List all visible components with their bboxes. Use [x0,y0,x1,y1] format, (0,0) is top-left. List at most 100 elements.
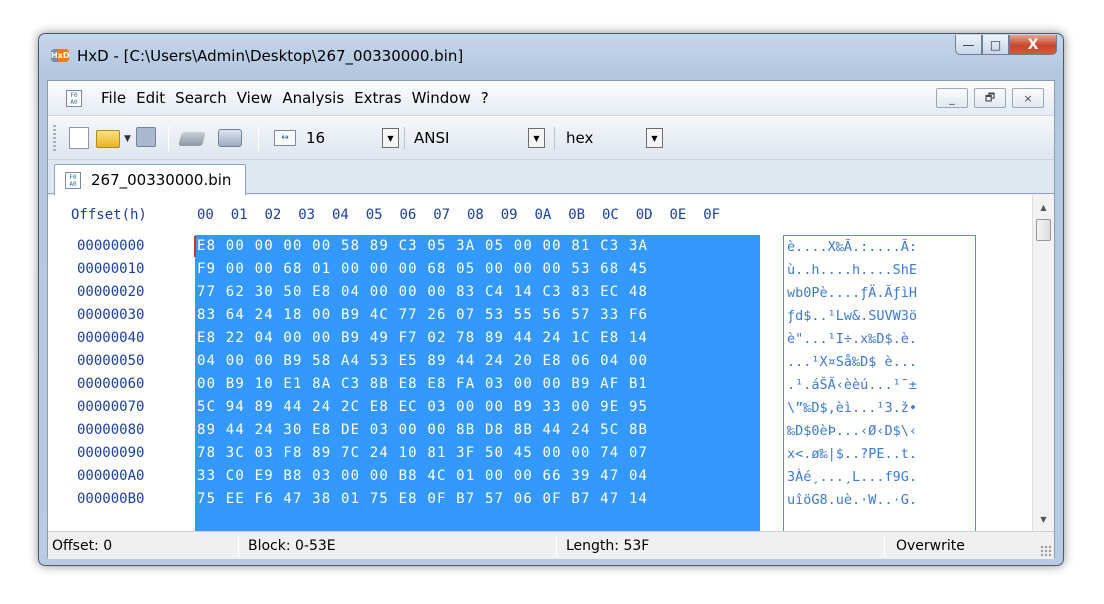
column-header: 0D [635,207,653,223]
scroll-up-button[interactable]: ▲ [1033,197,1054,217]
column-header: 09 [500,207,518,223]
hex-row[interactable]: 77 62 30 50 E8 04 00 00 00 83 C4 14 C3 8… [195,281,760,304]
ascii-row[interactable]: .¹.áŠÃ‹èèú...¹¯± [784,374,975,397]
hex-row[interactable]: 04 00 00 B9 58 A4 53 E5 89 44 24 20 E8 0… [195,350,760,373]
column-header: 0A [534,207,552,223]
column-header: 08 [467,207,484,223]
menu-search[interactable]: Search [170,89,232,107]
hxd-app-icon[interactable]: HxD [51,49,70,62]
open-file-icon[interactable] [96,130,120,148]
hex-pane-selection[interactable]: E8 00 00 00 00 58 89 C3 05 3A 05 00 00 8… [195,235,760,531]
mdi-close-icon: × [1023,91,1033,105]
offset-base-select[interactable]: hex [566,127,636,149]
menu-help[interactable]: ? [476,89,494,107]
row-offset: 00000090 [77,445,145,461]
row-offset: 00000030 [77,307,145,323]
new-file-icon[interactable] [69,127,89,149]
save-icon[interactable] [136,127,156,147]
offset-header: Offset(h) [71,207,147,223]
menu-edit[interactable]: Edit [131,89,170,107]
ascii-row[interactable]: \”‰D$,èì...¹3.ž• [784,397,975,420]
minimize-button[interactable]: — [955,35,982,55]
open-disk-icon[interactable] [178,132,206,146]
status-mode[interactable]: Overwrite [896,532,965,560]
chevron-down-icon: ▼ [533,133,540,143]
status-separator [238,535,239,557]
text-pane[interactable]: è....X‰Ã.:....Ã: ù..h....h....ShE wb0Pè...… [783,235,976,531]
column-header: 07 [433,207,451,223]
minimize-icon: — [962,37,975,52]
status-length: Length: 53F [566,538,650,554]
hex-row[interactable]: E8 00 00 00 00 58 89 C3 05 3A 05 00 00 8… [195,235,760,258]
caret [194,236,196,257]
hex-row[interactable]: 33 C0 E9 B8 03 00 00 B8 4C 01 00 00 66 3… [195,465,760,488]
ascii-row[interactable]: x<.ø‰|$..?PE..t. [784,443,975,466]
row-offset: 00000020 [77,284,145,300]
status-separator [884,535,885,557]
mdi-close-button[interactable]: × [1012,88,1044,108]
maximize-button[interactable]: □ [982,35,1009,55]
column-header: 02 [264,207,282,223]
ascii-row[interactable]: ...¹X¤Så‰D$ è... [784,351,975,374]
row-offset: 00000010 [77,261,145,277]
document-system-menu-icon[interactable]: F0 A0 [66,90,82,107]
ascii-row[interactable]: ƒd$..¹Lw&.SUVW3ö [784,305,975,328]
column-header: 0F [703,207,721,223]
hex-row[interactable]: 89 44 24 30 E8 DE 03 00 00 8B D8 8B 44 2… [195,419,760,442]
menu-list: File Edit Search View Analysis Extras Wi… [96,89,494,107]
maximize-icon: □ [989,37,1002,52]
offset-base-dropdown-button[interactable]: ▼ [646,128,663,148]
hex-row[interactable]: 00 B9 10 E1 8A C3 8B E8 E8 FA 03 00 00 B… [195,373,760,396]
scroll-thumb[interactable] [1036,219,1051,241]
tab-strip: F0 A0 267_00330000.bin [48,160,1054,195]
open-dropdown-arrow-icon[interactable]: ▼ [124,134,131,144]
chevron-down-icon: ▼ [1040,514,1047,524]
toolbar-separator [404,127,405,149]
hex-row[interactable]: 5C 94 89 44 24 2C E8 EC 03 00 00 B9 33 0… [195,396,760,419]
open-ram-icon[interactable] [218,129,242,147]
menu-window[interactable]: Window [407,89,476,107]
menu-file[interactable]: File [96,89,131,107]
caption-buttons: — □ X [955,35,1057,55]
menu-extras[interactable]: Extras [349,89,406,107]
offset-column: 00000000 00000010 00000020 00000030 00000040… [77,235,144,511]
close-icon: X [1027,36,1039,53]
ascii-row[interactable]: 3Àé¸...¸L...f9G. [784,466,975,489]
hex-editor[interactable]: Offset(h) 00 01 02 03 04 05 06 07 08 09 0A 0B 0C 0D 0E… [48,195,1034,531]
scroll-down-button[interactable]: ▼ [1033,509,1054,529]
hex-row[interactable]: F9 00 00 68 01 00 00 00 68 05 00 00 00 5… [195,258,760,281]
ascii-row[interactable]: è"...¹I÷.x‰D$.è. [784,328,975,351]
hex-row[interactable]: 75 EE F6 47 38 01 75 E8 0F B7 57 06 0F B… [195,488,760,511]
hex-row[interactable]: E8 22 04 00 00 B9 49 F7 02 78 89 44 24 1… [195,327,760,350]
window-title: HxD - [C:\Users\Admin\Desktop\267_003300… [77,47,464,65]
mdi-restore-button[interactable]: 🗗 [974,88,1006,108]
chevron-down-icon: ▼ [651,133,658,143]
charset-select[interactable]: ANSI [414,127,524,149]
ascii-row[interactable]: uîöG8.uè.·W..·G. [784,489,975,512]
column-header: 01 [230,207,248,223]
title-bar[interactable]: HxD HxD - [C:\Users\Admin\Desktop\267_00… [39,34,1063,74]
tab-file[interactable]: F0 A0 267_00330000.bin [54,164,246,195]
column-header: 0B [568,207,586,223]
charset-dropdown-button[interactable]: ▼ [528,128,545,148]
menu-analysis[interactable]: Analysis [277,89,349,107]
menu-view[interactable]: View [232,89,278,107]
close-button[interactable]: X [1009,35,1057,55]
ascii-row[interactable]: ù..h....h....ShE [784,259,975,282]
ascii-row[interactable]: è....X‰Ã.:....Ã: [784,236,975,259]
vertical-scrollbar[interactable]: ▲ ▼ [1032,195,1054,531]
mdi-minimize-icon: _ [949,91,955,105]
status-offset: Offset: 0 [52,538,113,554]
mdi-minimize-button[interactable]: _ [936,88,968,108]
toolbar-separator [168,126,169,152]
ascii-row[interactable]: ‰D$0èÞ...‹Ø‹D$\‹ [784,420,975,443]
hex-row[interactable]: 83 64 24 18 00 B9 4C 77 26 07 53 55 56 5… [195,304,760,327]
resize-grip-icon[interactable] [1040,545,1052,557]
tab-label: 267_00330000.bin [91,171,232,189]
toolbar-grip[interactable] [53,125,56,151]
ascii-row[interactable]: wb0Pè....ƒÄ.ÃƒìH [784,282,975,305]
hex-row[interactable]: 78 3C 03 F8 89 7C 24 10 81 3F 50 45 00 0… [195,442,760,465]
row-offset: 00000000 [77,238,145,254]
bytes-per-row-dropdown-button[interactable]: ▼ [382,128,399,148]
bytes-per-row-select[interactable]: 16 [306,127,376,149]
